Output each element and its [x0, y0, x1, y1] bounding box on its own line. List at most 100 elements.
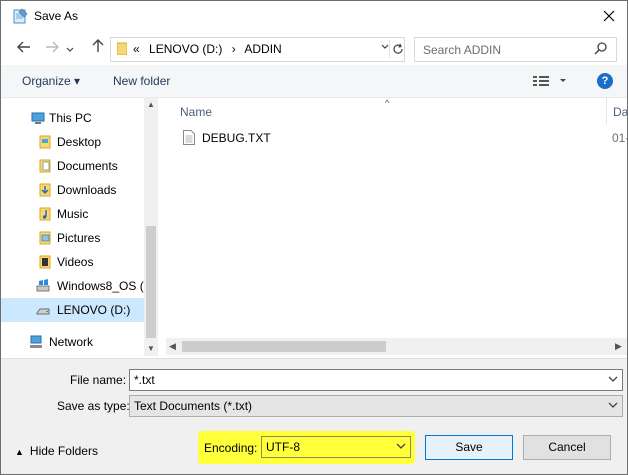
nav-item-label: Pictures	[57, 231, 101, 245]
breadcrumb-item-drive[interactable]: LENOVO (D:)	[149, 42, 222, 56]
chevron-down-icon	[66, 47, 74, 52]
file-name-label: File name:	[70, 373, 127, 387]
chevron-down-icon	[381, 44, 389, 49]
nav-item-downloads[interactable]: Downloads	[1, 178, 144, 202]
search-icon	[594, 42, 607, 55]
chevron-down-icon	[396, 443, 406, 449]
breadcrumb-item-folder[interactable]: ADDIN	[244, 42, 281, 56]
column-header-date[interactable]: Dat	[613, 105, 627, 119]
drive-icon	[36, 279, 50, 292]
breadcrumb-overflow[interactable]: «	[133, 42, 140, 56]
chevron-down-icon[interactable]	[608, 373, 618, 385]
arrow-up-icon	[92, 39, 104, 52]
nav-item-label: Desktop	[57, 135, 102, 149]
search-placeholder: Search ADDIN	[423, 43, 502, 57]
nav-item-label: Downloads	[57, 183, 117, 197]
back-button[interactable]	[13, 39, 35, 59]
organize-button[interactable]: Organize ▾	[22, 74, 80, 88]
nav-item-music[interactable]: Music	[1, 202, 144, 226]
nav-item-label: LENOVO (D:)	[57, 303, 131, 317]
hide-folders-label: Hide Folders	[29, 444, 98, 458]
close-button[interactable]	[597, 5, 621, 27]
forward-button[interactable]	[41, 39, 63, 59]
documents-folder-icon	[39, 159, 51, 173]
close-icon	[603, 10, 615, 22]
save-as-type-select[interactable]: Text Documents (*.txt)	[129, 395, 623, 417]
command-bar: Organize ▾ New folder ?	[1, 65, 627, 98]
nav-item-label: This PC	[49, 111, 92, 125]
music-folder-icon	[39, 207, 51, 221]
nav-item-desktop[interactable]: Desktop	[1, 130, 144, 154]
refresh-button[interactable]	[389, 40, 406, 58]
title-bar: Save As	[1, 1, 627, 33]
new-folder-button[interactable]: New folder	[113, 74, 170, 88]
file-date: 01-	[612, 131, 628, 145]
up-button[interactable]	[87, 39, 109, 59]
change-view-button[interactable]	[533, 74, 569, 88]
file-name: DEBUG.TXT	[202, 131, 271, 145]
drive-icon	[36, 308, 50, 315]
sort-ascending-icon: ^	[385, 98, 390, 108]
save-options-panel: File name: *.txt Save as type: Text Docu…	[1, 358, 627, 474]
scroll-up-arrow[interactable]: ▲	[146, 100, 156, 109]
scrollbar-thumb[interactable]	[146, 226, 156, 338]
folder-icon	[117, 42, 127, 55]
scroll-right-arrow[interactable]: ▶	[615, 341, 622, 352]
save-as-type-value: Text Documents (*.txt)	[134, 399, 253, 413]
arrow-right-icon	[46, 41, 59, 53]
nav-item-pictures[interactable]: Pictures	[1, 226, 144, 250]
hide-folders-button[interactable]: ▲ Hide Folders	[15, 444, 98, 458]
navigation-pane: This PC Desktop Documents Downloads Musi…	[1, 98, 158, 356]
nav-item-windows8-os[interactable]: Windows8_OS (C	[1, 274, 144, 298]
file-row[interactable]: DEBUG.TXT 01-	[166, 126, 627, 148]
scroll-down-arrow[interactable]: ▼	[146, 344, 156, 353]
window-title: Save As	[34, 9, 79, 23]
refresh-icon	[393, 43, 403, 54]
save-button[interactable]: Save	[425, 435, 513, 460]
address-bar[interactable]: « LENOVO (D:) › ADDIN	[110, 37, 405, 62]
breadcrumb-separator[interactable]: ›	[232, 42, 236, 56]
file-name-value: *.txt	[134, 373, 155, 387]
column-header-name[interactable]: Name	[180, 105, 212, 119]
nav-item-lenovo-d[interactable]: LENOVO (D:)	[1, 298, 144, 322]
address-dropdown[interactable]	[381, 42, 389, 53]
nav-item-videos[interactable]: Videos	[1, 250, 144, 274]
nav-item-documents[interactable]: Documents	[1, 154, 144, 178]
column-divider[interactable]	[606, 98, 607, 124]
nav-item-label: Videos	[57, 255, 94, 269]
pictures-folder-icon	[39, 231, 51, 245]
nav-item-this-pc[interactable]: This PC	[1, 106, 144, 130]
chevron-down-icon	[608, 402, 618, 408]
file-list-horizontal-scrollbar[interactable]: ◀ ▶	[166, 338, 627, 355]
breadcrumb: « LENOVO (D:) › ADDIN	[133, 42, 288, 56]
scroll-left-arrow[interactable]: ◀	[169, 341, 176, 352]
cancel-button[interactable]: Cancel	[523, 435, 611, 460]
scrollbar-thumb[interactable]	[182, 341, 386, 352]
nav-item-label: Network	[49, 335, 94, 349]
network-icon	[30, 335, 42, 348]
search-input[interactable]: Search ADDIN	[414, 37, 617, 62]
downloads-folder-icon	[39, 183, 51, 197]
recent-locations-button[interactable]	[63, 39, 77, 59]
details-view-icon	[533, 76, 566, 86]
nav-item-network[interactable]: Network	[1, 330, 144, 354]
encoding-select[interactable]: UTF-8	[261, 436, 411, 458]
chevron-up-icon: ▲	[15, 447, 24, 457]
save-as-dialog: Save As « LENOVO (D:) › ADDIN Search ADD…	[0, 0, 628, 475]
save-as-type-label: Save as type:	[57, 399, 130, 413]
text-file-icon	[183, 130, 195, 145]
videos-folder-icon	[39, 255, 51, 269]
folder-icon	[39, 135, 51, 149]
nav-item-label: Music	[57, 207, 89, 221]
nav-pane-scrollbar[interactable]: ▲ ▼	[144, 98, 158, 356]
encoding-label: Encoding:	[204, 441, 258, 455]
help-button[interactable]: ?	[597, 73, 613, 89]
arrow-left-icon	[17, 41, 30, 53]
computer-icon	[31, 112, 45, 124]
notepad-icon	[13, 8, 28, 24]
file-list: ^ Name Dat DEBUG.TXT 01- ◀ ▶	[166, 98, 627, 356]
file-name-field[interactable]: *.txt	[129, 369, 623, 391]
encoding-value: UTF-8	[266, 440, 300, 454]
nav-item-label: Windows8_OS (C	[57, 279, 144, 293]
nav-item-label: Documents	[57, 159, 118, 173]
